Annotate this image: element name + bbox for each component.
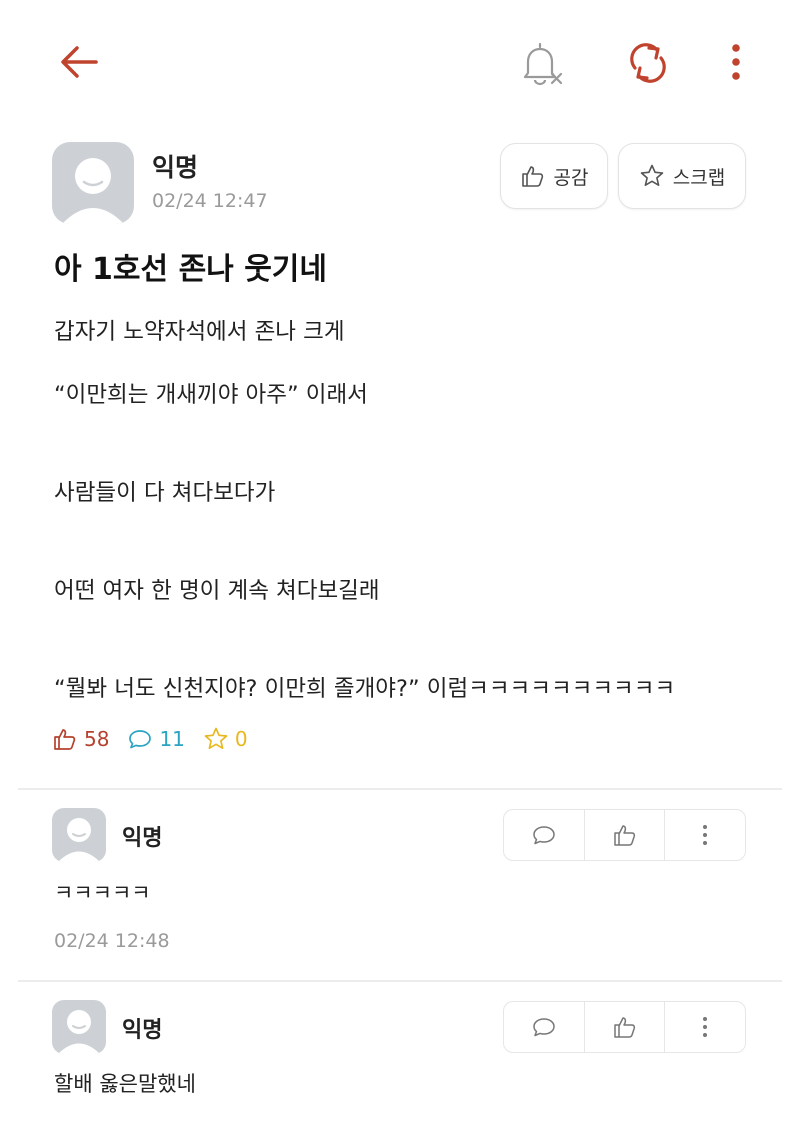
comment-timestamp: 02/24 12:48 <box>54 930 170 952</box>
post-body-line: “이만희는 개새끼야 아주” 이래서 <box>54 382 368 408</box>
more-vertical-icon <box>703 1017 708 1037</box>
thumbs-up-icon <box>54 729 76 750</box>
comment-bubble-icon <box>129 730 152 749</box>
comment-like-button[interactable] <box>585 1002 666 1052</box>
comment-author-name: 익명 <box>122 826 163 851</box>
top-bar <box>0 0 800 125</box>
comment-author-avatar <box>52 1000 106 1054</box>
post-author-name: 익명 <box>152 153 199 182</box>
comment-text: ㅋㅋㅋㅋㅋ <box>54 881 151 905</box>
thumbs-up-icon <box>613 1017 635 1038</box>
star-icon <box>204 727 228 750</box>
refresh-icon[interactable] <box>624 40 672 86</box>
like-button[interactable]: 공감 <box>500 143 608 209</box>
divider <box>18 980 782 982</box>
comment-text: 할배 옳은말했네 <box>54 1072 196 1096</box>
scrap-button-label: 스크랩 <box>672 166 726 189</box>
comment-bubble-icon <box>533 1018 555 1037</box>
back-arrow-icon[interactable] <box>58 42 100 82</box>
scrap-count-value: 0 <box>234 727 248 751</box>
more-vertical-icon[interactable] <box>722 40 750 86</box>
comment-count-value: 11 <box>159 727 185 751</box>
scrap-count: 0 <box>203 726 248 752</box>
post-body-line: 갑자기 노약자석에서 존나 크게 <box>54 319 345 345</box>
bell-off-icon[interactable] <box>518 40 566 86</box>
comment-author-name: 익명 <box>122 1018 163 1043</box>
divider <box>18 788 782 790</box>
reply-button[interactable] <box>504 1002 585 1052</box>
comment-like-button[interactable] <box>585 810 666 860</box>
post-title: 아 1호선 존나 웃기네 <box>54 252 328 287</box>
scrap-button[interactable]: 스크랩 <box>618 143 746 209</box>
post-body-line: 사람들이 다 쳐다보다가 <box>54 480 276 506</box>
post-timestamp: 02/24 12:47 <box>152 190 268 212</box>
comment-more-button[interactable] <box>665 1002 745 1052</box>
comment-actions <box>503 1001 746 1053</box>
like-button-label: 공감 <box>553 166 589 189</box>
like-count-value: 58 <box>84 727 110 751</box>
thumbs-up-icon <box>613 825 635 846</box>
comment-count: 11 <box>127 726 185 752</box>
reply-button[interactable] <box>504 810 585 860</box>
post-author-avatar <box>52 142 134 224</box>
comment-author-avatar <box>52 808 106 862</box>
post-stats: 58 11 0 <box>52 724 266 754</box>
comment-more-button[interactable] <box>665 810 745 860</box>
comment-actions <box>503 809 746 861</box>
post-body-line: “뭘봐 너도 신천지야? 이만희 졸개야?” 이럼ㅋㅋㅋㅋㅋㅋㅋㅋㅋㅋ <box>54 676 676 702</box>
like-count: 58 <box>52 726 109 752</box>
more-vertical-icon <box>703 825 708 845</box>
comment-bubble-icon <box>533 826 555 845</box>
thumbs-up-icon <box>521 166 543 187</box>
post-body-line: 어떤 여자 한 명이 계속 쳐다보길래 <box>54 578 380 604</box>
star-icon <box>640 164 664 186</box>
